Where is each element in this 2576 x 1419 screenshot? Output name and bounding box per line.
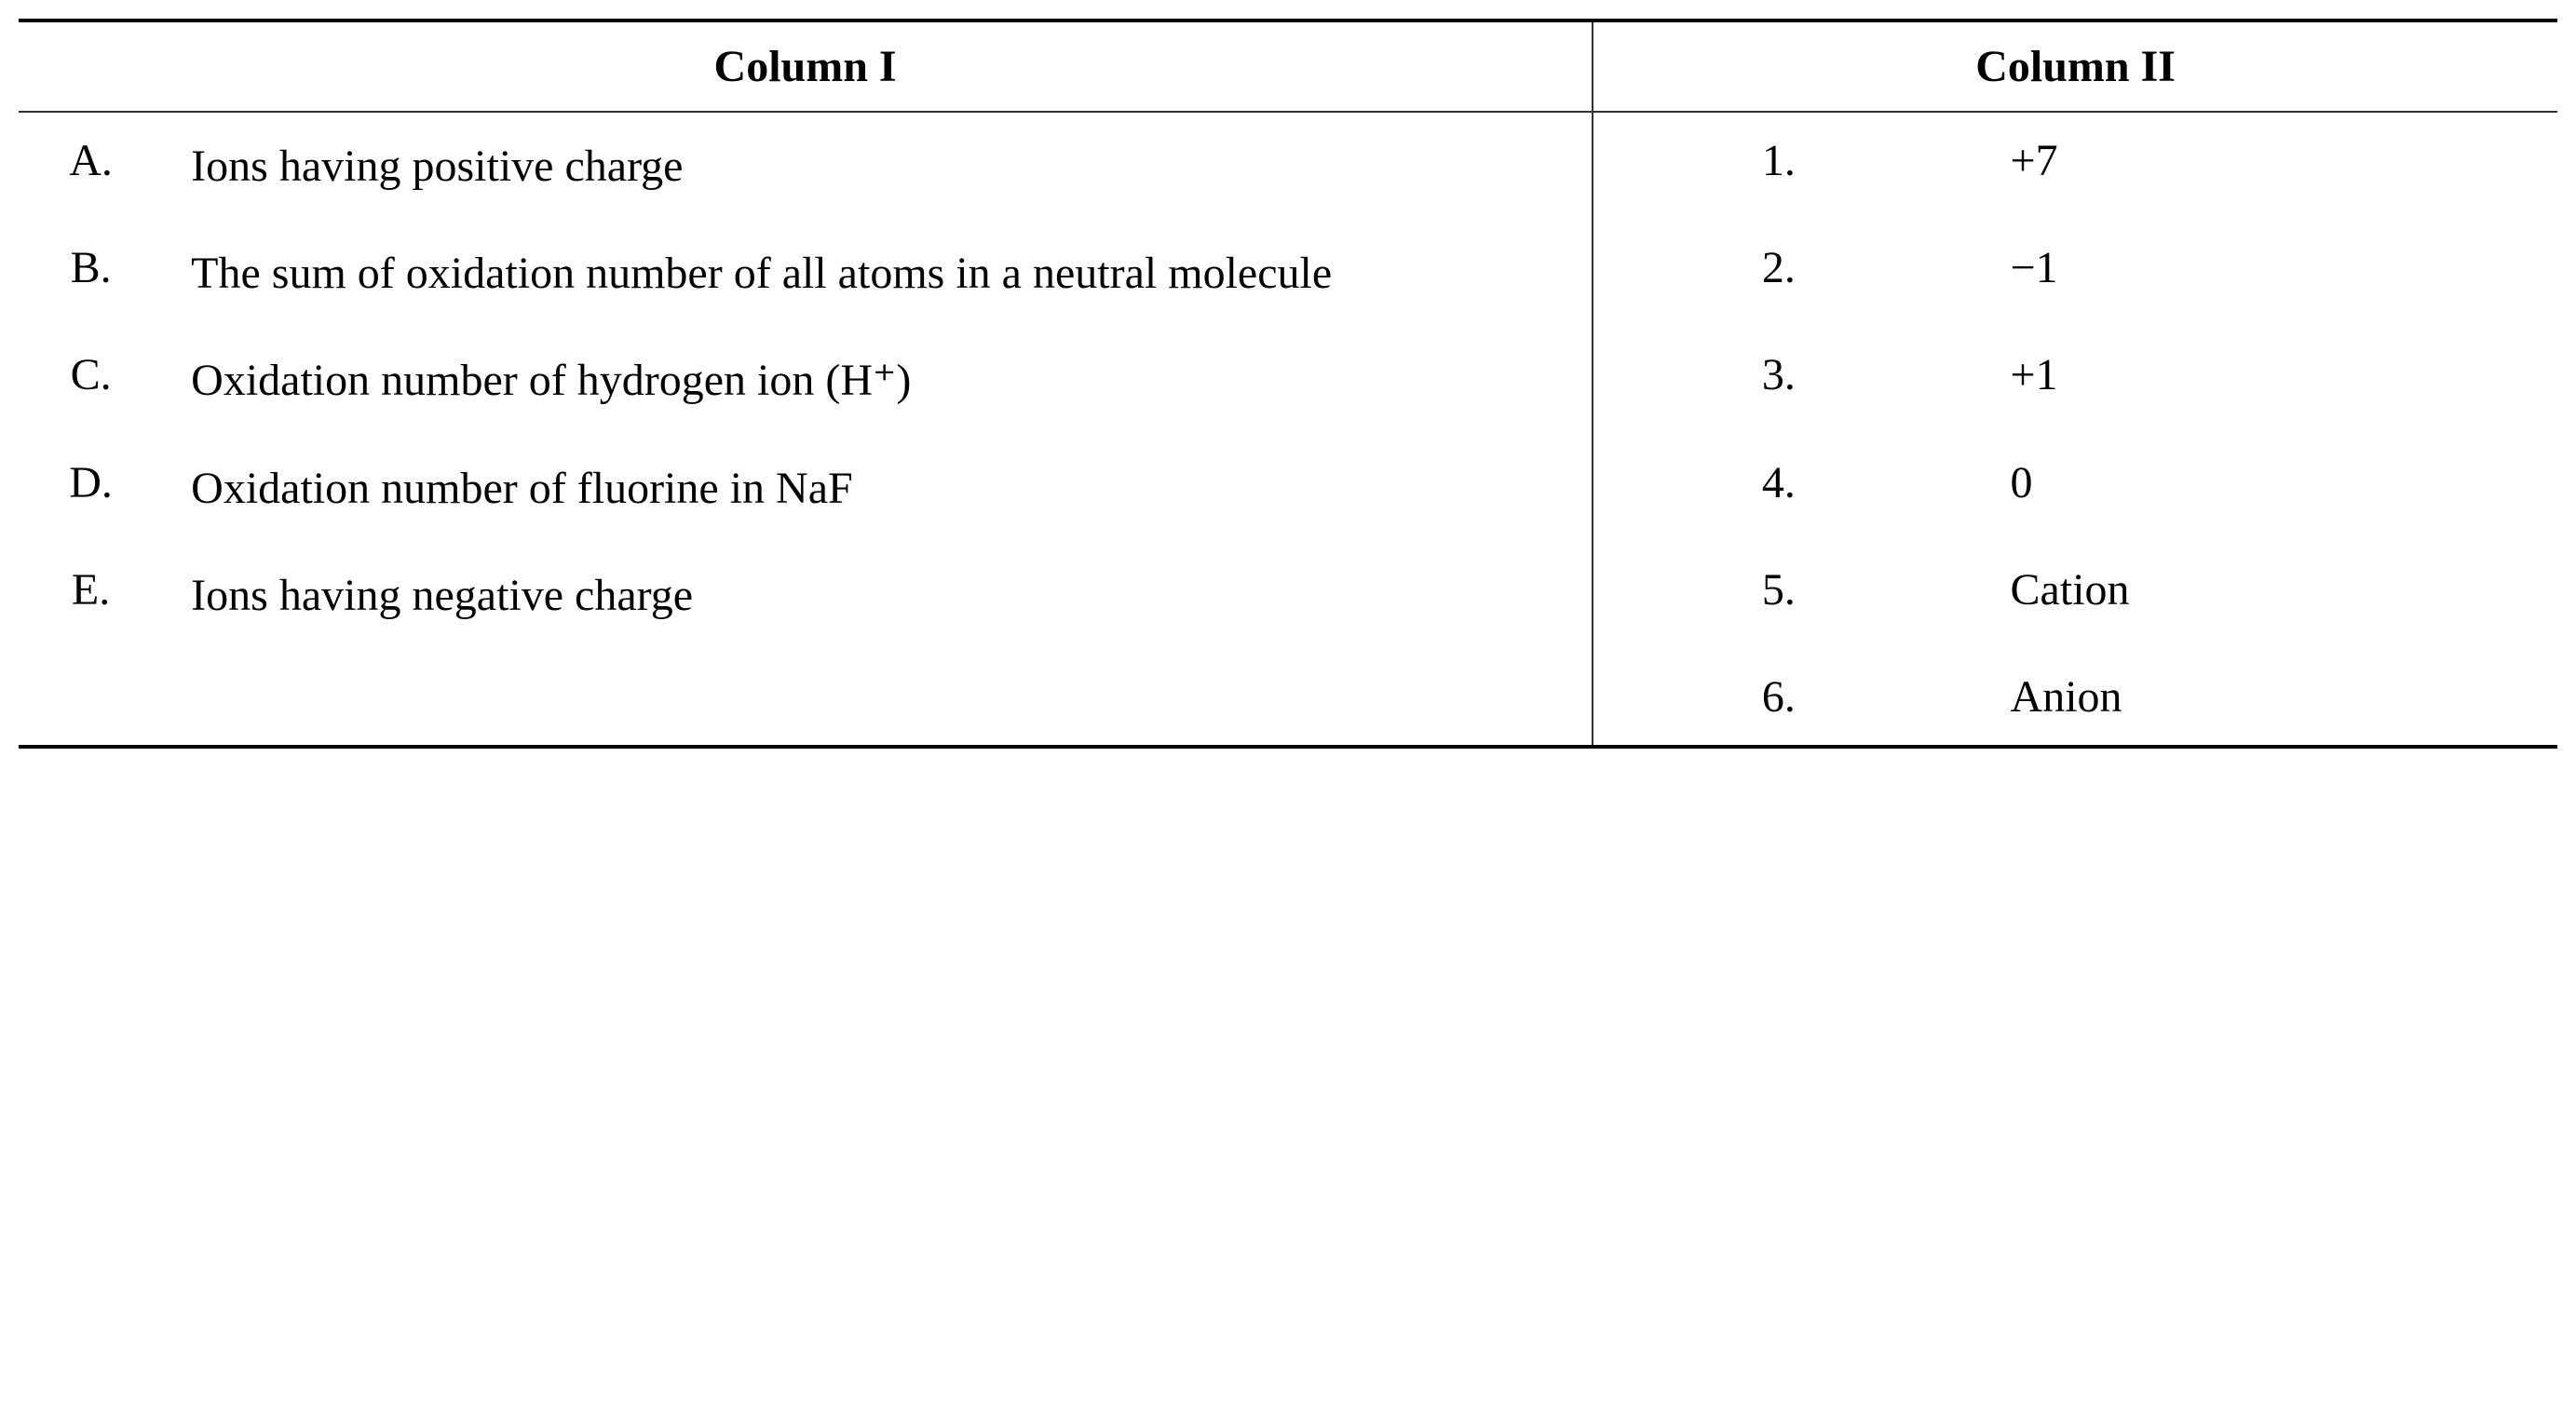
col2-value: Cation (1964, 542, 2557, 649)
table-header-row: Column I Column II (19, 20, 2557, 112)
column2-header: Column II (1593, 20, 2557, 112)
col2-number: 6. (1593, 649, 1963, 747)
table-row: B. The sum of oxidation number of all at… (19, 220, 2557, 327)
col1-letter: A. (19, 112, 163, 220)
matching-table: Column I Column II A. Ions having positi… (19, 19, 2557, 749)
table-body: A. Ions having positive charge 1. +7 B. … (19, 112, 2557, 747)
col1-letter: D. (19, 435, 163, 542)
table-row: C. Oxidation number of hydrogen ion (H⁺)… (19, 327, 2557, 434)
col2-value: −1 (1964, 220, 2557, 327)
table-row: E. Ions having negative charge 5. Cation (19, 542, 2557, 649)
col2-number: 2. (1593, 220, 1963, 327)
col2-number: 3. (1593, 327, 1963, 434)
column1-header: Column I (19, 20, 1593, 112)
col1-text: Ions having negative charge (163, 542, 1593, 649)
col2-value: +7 (1964, 112, 2557, 220)
col1-letter: B. (19, 220, 163, 327)
table-row: 6. Anion (19, 649, 2557, 747)
col1-text: The sum of oxidation number of all atoms… (163, 220, 1593, 327)
col2-number: 4. (1593, 435, 1963, 542)
table-row: A. Ions having positive charge 1. +7 (19, 112, 2557, 220)
col2-value: Anion (1964, 649, 2557, 747)
col1-text: Oxidation number of fluorine in NaF (163, 435, 1593, 542)
table: Column I Column II A. Ions having positi… (19, 19, 2557, 749)
col2-number: 1. (1593, 112, 1963, 220)
col1-letter: E. (19, 542, 163, 649)
col2-value: +1 (1964, 327, 2557, 434)
col1-text (163, 649, 1593, 747)
table-row: D. Oxidation number of fluorine in NaF 4… (19, 435, 2557, 542)
col2-value: 0 (1964, 435, 2557, 542)
col1-letter: C. (19, 327, 163, 434)
col2-number: 5. (1593, 542, 1963, 649)
col1-text: Ions having positive charge (163, 112, 1593, 220)
col1-letter (19, 649, 163, 747)
col1-text: Oxidation number of hydrogen ion (H⁺) (163, 327, 1593, 434)
